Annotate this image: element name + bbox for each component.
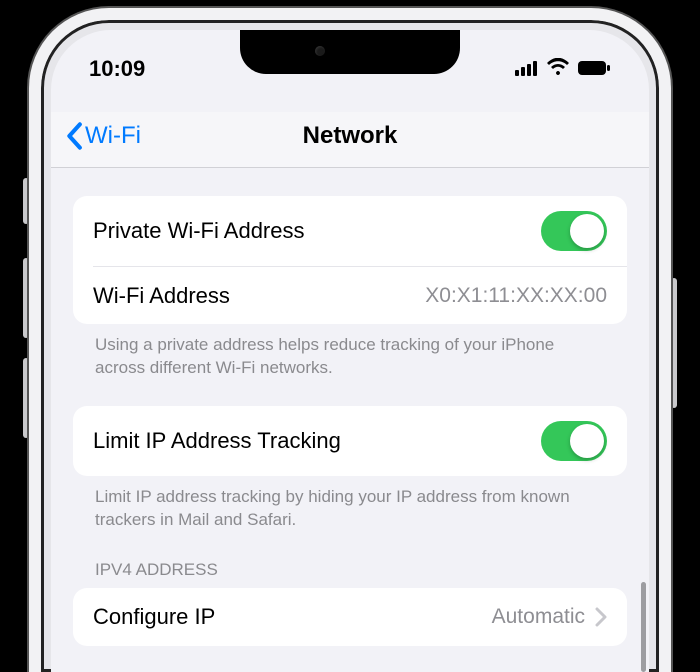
- wifi-address-row: Wi-Fi Address X0:X1:11:XX:XX:00: [93, 266, 627, 324]
- limit-ip-label: Limit IP Address Tracking: [93, 428, 341, 454]
- private-wifi-footer: Using a private address helps reduce tra…: [73, 324, 627, 380]
- notch: [240, 30, 460, 74]
- battery-icon: [577, 56, 611, 82]
- private-wifi-toggle-row[interactable]: Private Wi-Fi Address: [73, 196, 627, 266]
- page-title: Network: [51, 122, 649, 150]
- configure-ip-label: Configure IP: [93, 604, 215, 630]
- limit-ip-switch[interactable]: [541, 421, 607, 461]
- private-wifi-group: Private Wi-Fi Address Wi-Fi Address X0:X…: [73, 196, 627, 324]
- wifi-address-label: Wi-Fi Address: [93, 283, 230, 309]
- wifi-icon: [546, 56, 570, 82]
- chevron-right-icon: [595, 607, 607, 627]
- limit-ip-footer: Limit IP address tracking by hiding your…: [73, 476, 627, 532]
- cellular-icon: [515, 56, 539, 82]
- private-wifi-label: Private Wi-Fi Address: [93, 218, 305, 244]
- status-time: 10:09: [89, 56, 145, 82]
- private-wifi-switch[interactable]: [541, 211, 607, 251]
- configure-ip-value: Automatic: [492, 605, 585, 629]
- limit-ip-group: Limit IP Address Tracking: [73, 406, 627, 476]
- configure-ip-row[interactable]: Configure IP Automatic: [73, 588, 627, 646]
- nav-bar: Wi-Fi Network: [51, 112, 649, 168]
- scrollbar[interactable]: [641, 582, 646, 672]
- content: Private Wi-Fi Address Wi-Fi Address X0:X…: [51, 168, 649, 672]
- ipv4-header: IPV4 ADDRESS: [73, 532, 627, 588]
- wifi-address-value: X0:X1:11:XX:XX:00: [425, 284, 607, 308]
- ipv4-group: Configure IP Automatic: [73, 588, 627, 646]
- limit-ip-row[interactable]: Limit IP Address Tracking: [73, 406, 627, 476]
